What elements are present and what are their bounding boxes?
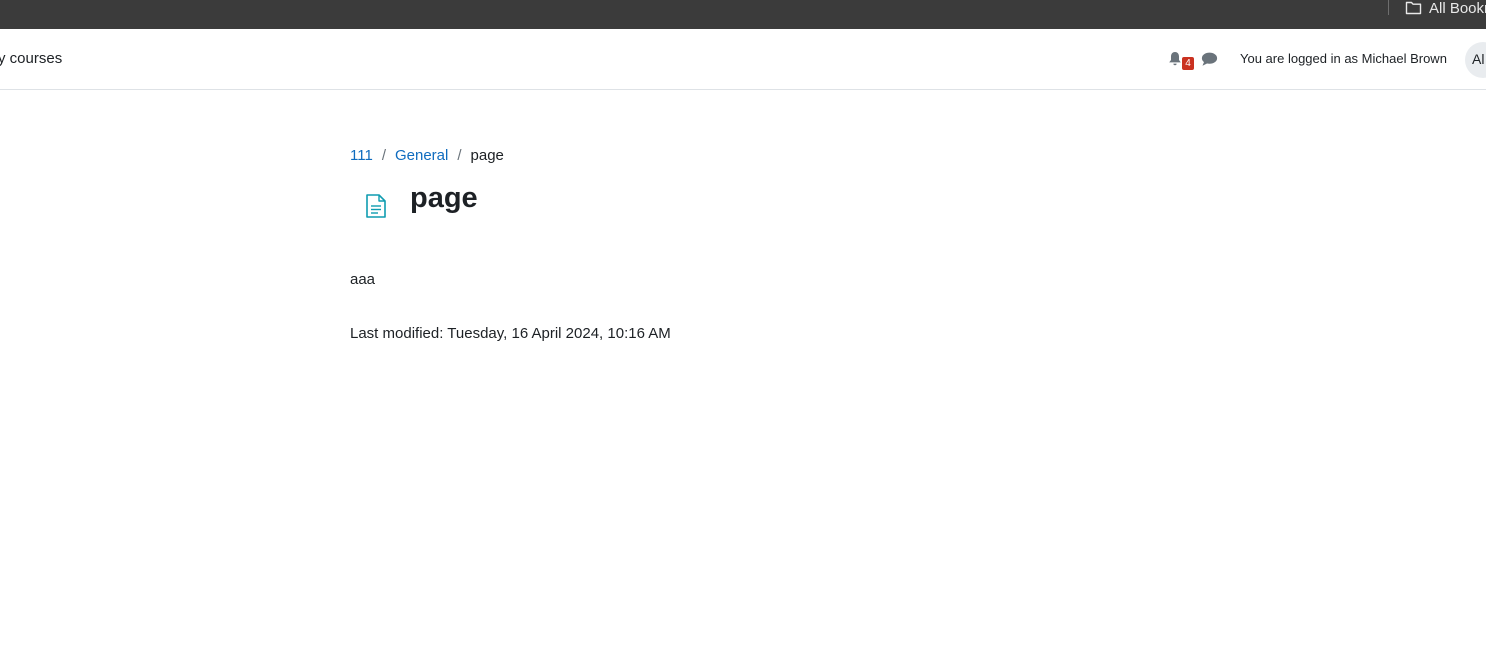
breadcrumb-separator: / (457, 147, 462, 164)
nav-my-courses-link[interactable]: y courses (0, 50, 62, 67)
last-modified-text: Last modified: Tuesday, 16 April 2024, 1… (350, 325, 671, 342)
page-content-text: aaa (350, 271, 376, 288)
bookmarks-separator (1388, 0, 1389, 15)
breadcrumb-item-current: page (470, 147, 504, 164)
breadcrumb: 111 / General / page (350, 147, 504, 164)
messages-button[interactable] (1201, 52, 1218, 72)
bookmark-folder-label: All Bookmarks (1429, 0, 1486, 17)
notifications-button[interactable]: 4 (1168, 51, 1194, 71)
chat-bubble-icon (1201, 52, 1218, 71)
breadcrumb-item-course[interactable]: 111 (350, 147, 373, 164)
folder-icon (1405, 1, 1422, 15)
top-navbar: y courses 4 You are logged in as Michael… (0, 29, 1486, 90)
page-document-icon (350, 180, 402, 232)
breadcrumb-item-section[interactable]: General (395, 147, 448, 164)
notification-count-badge: 4 (1182, 57, 1194, 70)
logged-in-user-text: You are logged in as Michael Brown (1240, 51, 1447, 66)
avatar-initials: Al (1472, 51, 1485, 67)
breadcrumb-separator: / (381, 147, 386, 164)
user-menu-avatar[interactable]: Al (1465, 42, 1486, 78)
page-title: page (410, 182, 478, 214)
browser-bookmarks-bar: All Bookmarks (0, 0, 1486, 29)
page-header: page (350, 180, 478, 230)
bookmark-folder-all-bookmarks[interactable]: All Bookmarks (1405, 0, 1486, 17)
